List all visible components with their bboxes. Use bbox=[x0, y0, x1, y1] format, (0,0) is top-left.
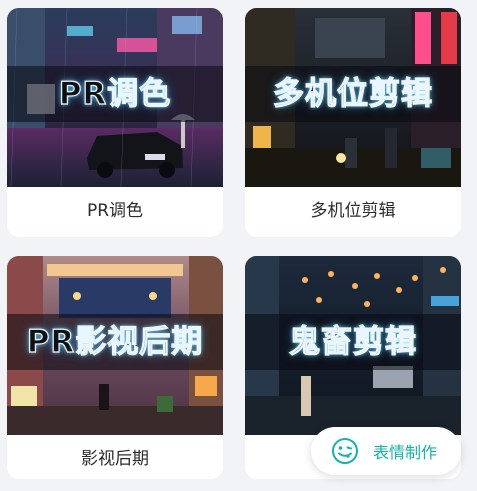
smiley-tongue-icon bbox=[331, 437, 359, 465]
thumbnail-title: 多机位剪辑 bbox=[272, 75, 433, 112]
card-thumbnail: PR影视后期 bbox=[7, 256, 223, 435]
tutorial-grid-page: PR调色 PR调色 多机位剪辑 多机位剪辑 PR影视后期 影视后期 鬼畜剪辑 表… bbox=[0, 0, 477, 491]
thumbnail-title: PR影视后期 bbox=[26, 323, 204, 360]
card-title: PR调色 bbox=[86, 201, 144, 221]
card-multicam-edit[interactable]: 多机位剪辑 多机位剪辑 bbox=[245, 8, 461, 237]
card-thumbnail: 鬼畜剪辑 bbox=[245, 256, 461, 435]
thumbnail-title: PR调色 bbox=[58, 75, 172, 112]
card-thumbnail: PR调色 bbox=[7, 8, 223, 187]
card-title: 影视后期 bbox=[81, 449, 149, 469]
card-film-postproduction[interactable]: PR影视后期 影视后期 bbox=[7, 256, 223, 479]
thumbnail-title: 鬼畜剪辑 bbox=[288, 323, 417, 360]
card-pr-color[interactable]: PR调色 PR调色 bbox=[7, 8, 223, 237]
card-title: 多机位剪辑 bbox=[310, 201, 396, 221]
emoji-maker-label: 表情制作 bbox=[373, 443, 438, 462]
emoji-maker-button[interactable]: 表情制作 bbox=[311, 427, 461, 475]
card-thumbnail: 多机位剪辑 bbox=[245, 8, 461, 187]
